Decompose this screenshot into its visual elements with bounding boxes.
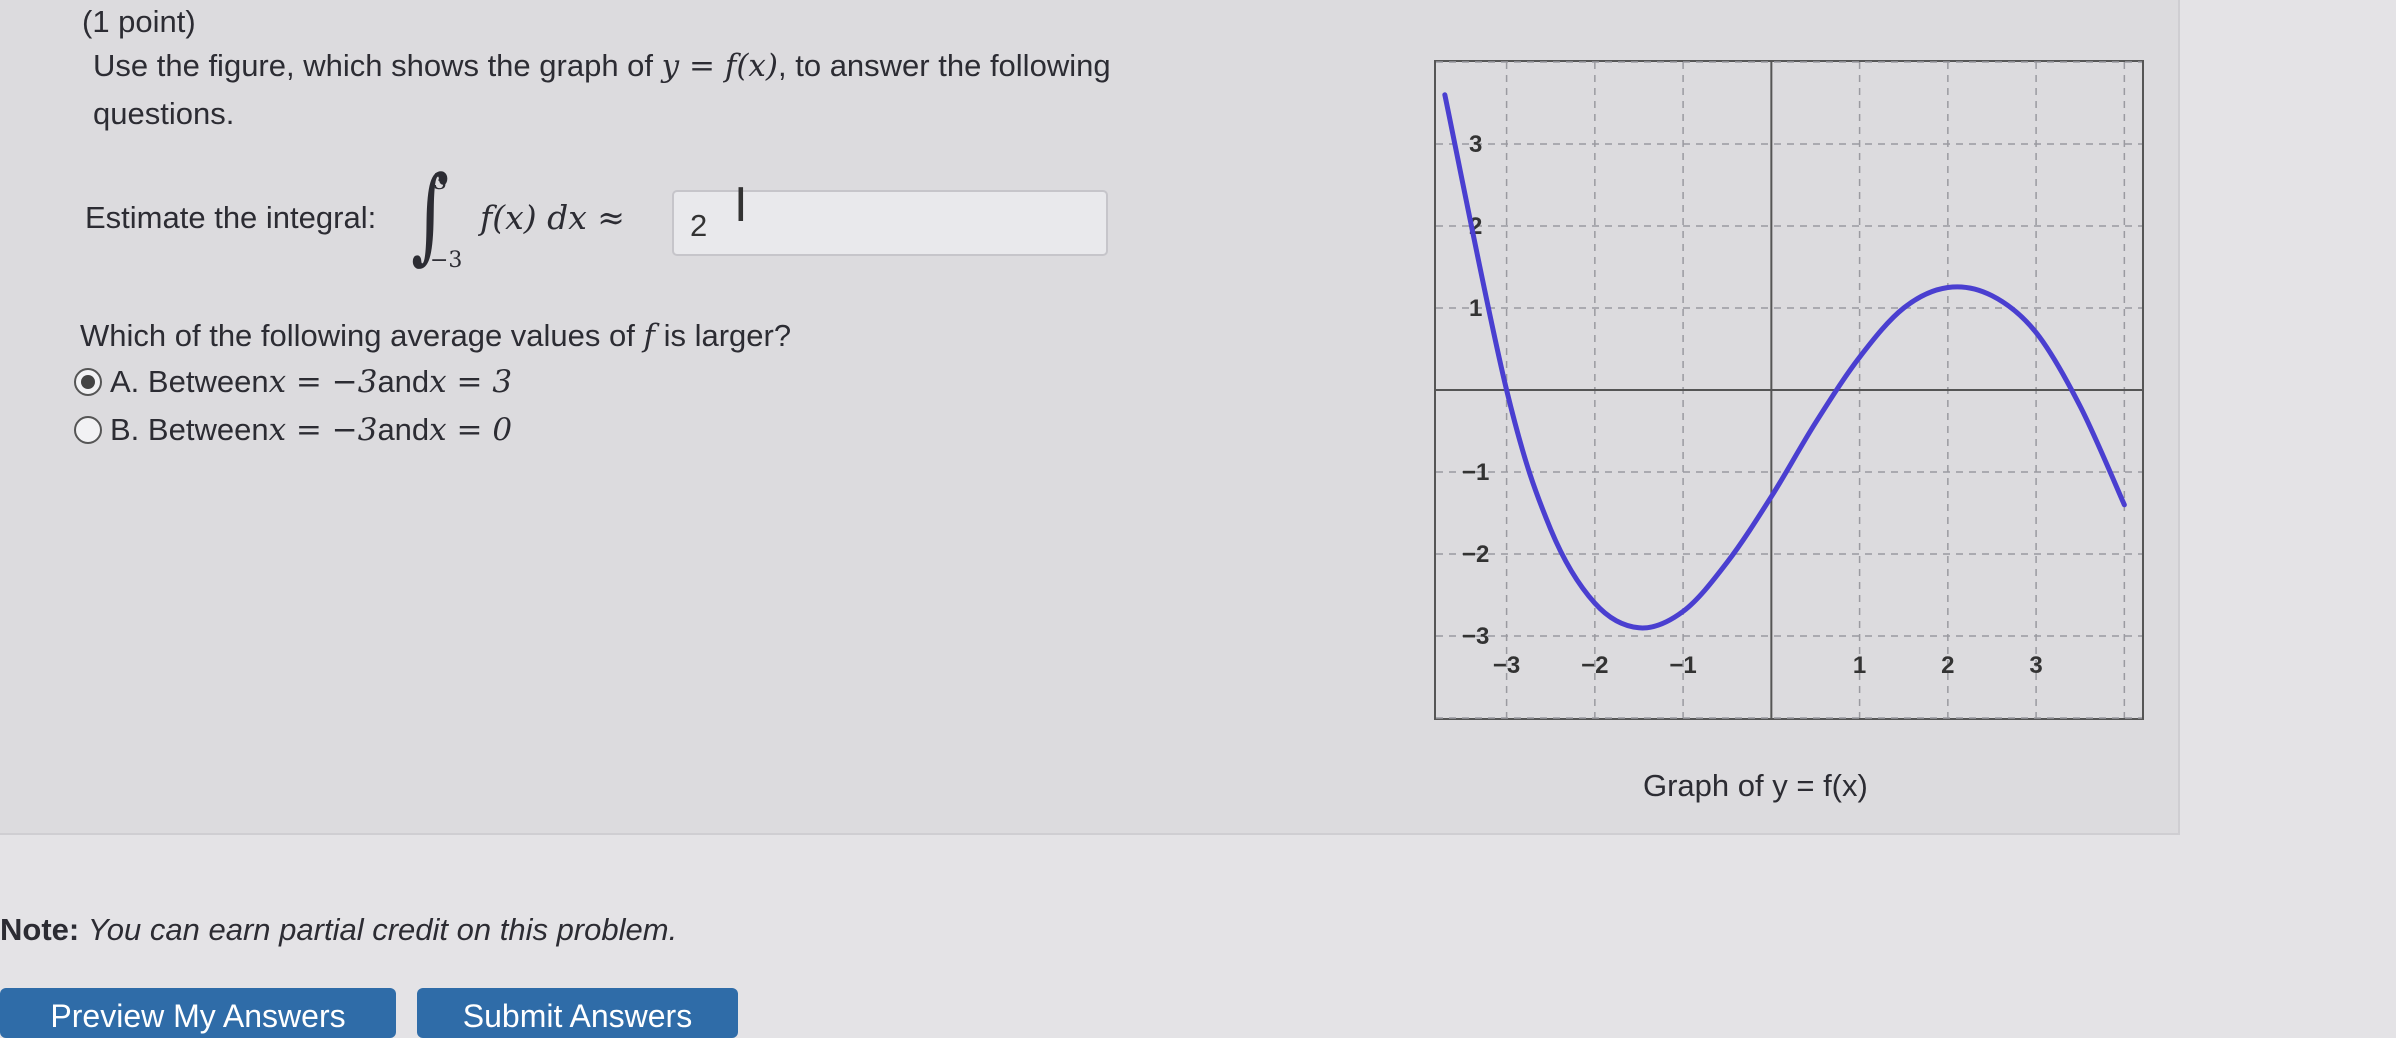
answer-value[interactable]: 2 xyxy=(690,208,707,244)
points-label: (1 point) xyxy=(82,4,196,39)
option-a-and: and xyxy=(377,364,430,399)
option-b[interactable]: B. Between x = −3 and x = 0 xyxy=(74,412,512,448)
y-tick-label: −2 xyxy=(1462,541,1489,568)
y-tick-label: 1 xyxy=(1469,295,1482,322)
estimate-label: Estimate the integral: xyxy=(85,200,377,235)
option-b-text: Between xyxy=(147,412,269,447)
integrand: f(x) dx ≈ xyxy=(480,198,625,237)
x-tick-label: −3 xyxy=(1493,652,1520,679)
option-a-letter: A. xyxy=(110,364,140,399)
y-tick-label: −1 xyxy=(1462,459,1489,486)
option-a-text: Between xyxy=(147,364,269,399)
x-tick-label: 2 xyxy=(1941,652,1954,679)
note-label: Note: xyxy=(0,912,80,947)
x-tick-label: 3 xyxy=(2029,652,2042,679)
partial-credit-note: Note: You can earn partial credit on thi… xyxy=(0,912,677,948)
problem-panel: (1 point) Use the figure, which shows th… xyxy=(0,0,2180,835)
submit-answers-button[interactable]: Submit Answers xyxy=(417,988,738,1038)
question2-var: f xyxy=(643,318,655,354)
radio-b[interactable] xyxy=(74,416,102,444)
option-a[interactable]: A. Between x = −3 and x = 3 xyxy=(74,364,512,400)
integral-answer-input[interactable]: 2 I xyxy=(672,178,1108,256)
x-tick-label: −2 xyxy=(1581,652,1608,679)
integral-lower-limit: −3 xyxy=(430,248,463,273)
option-a-math2: x = 3 xyxy=(429,364,513,400)
option-b-math2: x = 0 xyxy=(429,412,513,448)
graph-caption: Graph of y = f(x) xyxy=(1643,768,1868,803)
question2-text: Which of the following average values of… xyxy=(80,318,791,354)
x-tick-label: 1 xyxy=(1853,652,1866,679)
function-graph: −3 −2 −1 1 2 3321−1−2−3 xyxy=(1434,60,2144,720)
preview-answers-button[interactable]: Preview My Answers xyxy=(0,988,396,1038)
question2-text-end: is larger? xyxy=(654,318,792,353)
note-text: You can earn partial credit on this prob… xyxy=(87,912,678,947)
problem-intro: Use the figure, which shows the graph of… xyxy=(93,42,1233,138)
intro-math: y = f(x) xyxy=(661,48,778,84)
text-cursor-icon: I xyxy=(734,178,748,232)
option-b-math1: x = −3 xyxy=(268,412,378,448)
integral-upper-limit: 3 xyxy=(433,170,447,195)
question2-text-start: Which of the following average values of xyxy=(80,318,644,353)
radio-a[interactable] xyxy=(74,368,102,396)
option-b-and: and xyxy=(377,412,430,447)
x-tick-label: −1 xyxy=(1669,652,1696,679)
option-b-letter: B. xyxy=(110,412,140,447)
intro-text-start: Use the figure, which shows the graph of xyxy=(93,48,662,83)
option-a-math1: x = −3 xyxy=(268,364,378,400)
y-tick-label: 3 xyxy=(1469,131,1482,158)
y-tick-label: −3 xyxy=(1462,623,1489,650)
